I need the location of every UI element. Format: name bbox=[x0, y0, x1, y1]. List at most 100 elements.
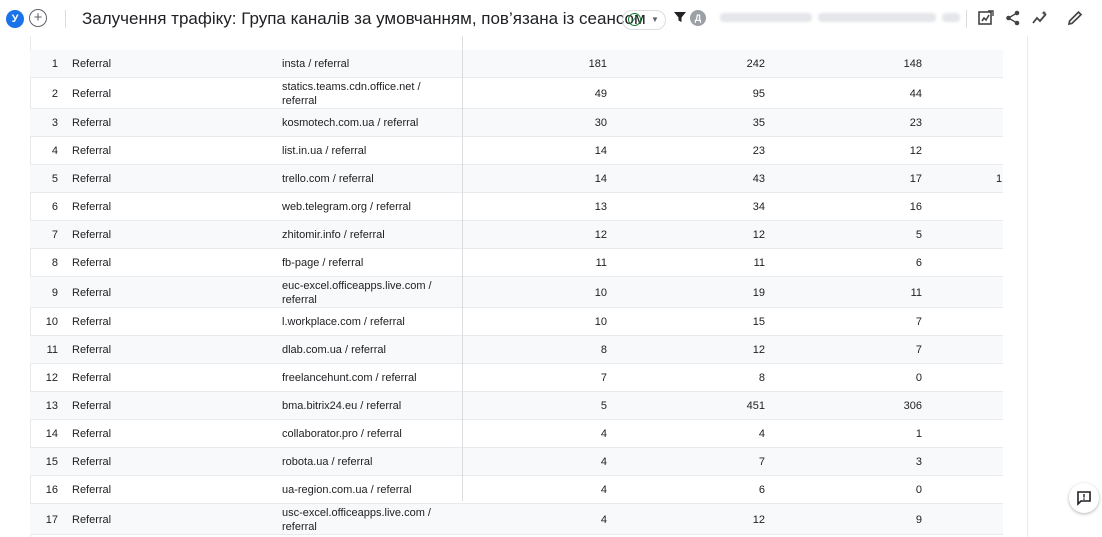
metric-cell: 7 bbox=[758, 456, 765, 468]
row-index-cell: 14 bbox=[45, 428, 58, 440]
edit-report-icon[interactable] bbox=[977, 9, 995, 27]
row-divider bbox=[30, 534, 1003, 535]
comparison-avatar[interactable]: У bbox=[6, 10, 24, 28]
metric-cell: 10 bbox=[594, 316, 607, 328]
row-index-cell: 11 bbox=[46, 344, 58, 356]
row-index-cell: 4 bbox=[51, 145, 58, 157]
metric-cell: 4 bbox=[600, 456, 607, 468]
metric-cell: 8 bbox=[600, 344, 607, 356]
table-row[interactable]: 17 Referral usc-excel.officeapps.live.com … bbox=[30, 504, 1003, 535]
row-index-cell: 15 bbox=[45, 456, 58, 468]
data-table: 1 Referral insta / referral 181 242 148 2 Refer… bbox=[30, 36, 1028, 537]
metric-cell: 8 bbox=[758, 372, 765, 384]
metric-cell: 35 bbox=[752, 117, 765, 129]
row-index-cell: 16 bbox=[45, 484, 58, 496]
metric-cell: 4 bbox=[600, 428, 607, 440]
channel-group-cell: Referral bbox=[72, 400, 112, 412]
table-row[interactable]: 16 Referral ua-region.com.ua / referral 4 6 0 bbox=[30, 476, 1003, 504]
filter-icon[interactable] bbox=[673, 10, 687, 24]
metric-cell: 14 bbox=[594, 145, 607, 157]
channel-group-cell: Referral bbox=[72, 257, 112, 269]
feedback-button[interactable] bbox=[1069, 483, 1099, 513]
metric-cell: 148 bbox=[903, 58, 922, 70]
dimension-divider bbox=[462, 36, 463, 501]
page-title: Залучення трафіку: Група каналів за умов… bbox=[82, 9, 646, 28]
metric-cell: 306 bbox=[903, 400, 922, 412]
source-medium-cell: zhitomir.info / referral bbox=[282, 229, 385, 241]
row-index-cell: 8 bbox=[51, 257, 58, 269]
metric-cell: 0 bbox=[915, 484, 922, 496]
metric-cell: 0 bbox=[915, 372, 922, 384]
metric-cell: 16 bbox=[909, 201, 922, 213]
metric-cell: 44 bbox=[909, 87, 922, 100]
metric-cell: 5 bbox=[915, 229, 922, 241]
table-row[interactable]: 6 Referral web.telegram.org / referral 13 34… bbox=[30, 193, 1003, 221]
metric-cell: 10 bbox=[594, 286, 607, 299]
metric-cell: 7 bbox=[915, 344, 922, 356]
user-avatar[interactable]: Д bbox=[690, 10, 706, 26]
metric-cell: 451 bbox=[746, 400, 765, 412]
pencil-icon[interactable] bbox=[1066, 9, 1084, 27]
source-medium-cell: dlab.com.ua / referral bbox=[282, 344, 386, 356]
report-status-dropdown[interactable]: ✓ ▼ bbox=[622, 10, 666, 30]
metric-cell: 95 bbox=[752, 87, 765, 100]
metric-cell: 242 bbox=[746, 58, 765, 70]
metric-cell: 12 bbox=[752, 344, 765, 356]
table-row[interactable]: 7 Referral zhitomir.info / referral 12 12 5 bbox=[30, 221, 1003, 249]
metric-cell: 181 bbox=[588, 58, 607, 70]
channel-group-cell: Referral bbox=[72, 344, 112, 356]
metric-cell: 11 bbox=[753, 257, 765, 269]
table-row[interactable]: 5 Referral trello.com / referral 14 43 17 1 bbox=[30, 165, 1003, 193]
row-index-cell: 9 bbox=[51, 286, 58, 299]
source-medium-cell: l.workplace.com / referral bbox=[282, 316, 405, 328]
metric-cell: 43 bbox=[752, 173, 765, 185]
metric-cell: 1 bbox=[915, 428, 922, 440]
redacted-filter-text bbox=[818, 13, 936, 22]
check-circle-icon: ✓ bbox=[628, 13, 641, 26]
insights-icon[interactable] bbox=[1031, 9, 1049, 27]
row-index-cell: 12 bbox=[45, 372, 58, 384]
add-comparison-button[interactable]: + bbox=[29, 9, 47, 27]
metric-cell: 13 bbox=[594, 201, 607, 213]
channel-group-cell: Referral bbox=[72, 428, 112, 440]
metric-cell: 11 bbox=[910, 286, 922, 299]
redacted-filter-text bbox=[720, 13, 812, 22]
table-row[interactable]: 13 Referral bma.bitrix24.eu / referral 5 451… bbox=[30, 392, 1003, 420]
metric-cell: 12 bbox=[594, 229, 607, 241]
metric-cell: 49 bbox=[594, 87, 607, 100]
row-index-cell: 7 bbox=[51, 229, 58, 241]
table-row[interactable]: 4 Referral list.in.ua / referral 14 23 12 bbox=[30, 137, 1003, 165]
share-icon[interactable] bbox=[1004, 9, 1022, 27]
table-row[interactable]: 10 Referral l.workplace.com / referral 10 15… bbox=[30, 308, 1003, 336]
metric-cell: 4 bbox=[600, 513, 607, 526]
table-row[interactable]: 3 Referral kosmotech.com.ua / referral 30 35… bbox=[30, 109, 1003, 137]
channel-group-cell: Referral bbox=[72, 456, 112, 468]
metric-cell: 3 bbox=[915, 456, 922, 468]
metric-cell: 9 bbox=[915, 513, 922, 526]
source-medium-cell: list.in.ua / referral bbox=[282, 145, 367, 157]
metric-cell: 4 bbox=[758, 428, 765, 440]
table-row[interactable]: 8 Referral fb-page / referral 11 11 6 bbox=[30, 249, 1003, 277]
channel-group-cell: Referral bbox=[72, 58, 112, 70]
report-header: У + Залучення трафіку: Група каналів за … bbox=[0, 0, 1102, 36]
table-row[interactable]: 9 Referral euc-excel.officeapps.live.com /… bbox=[30, 277, 1003, 308]
channel-group-cell: Referral bbox=[72, 286, 112, 299]
table-row[interactable]: 1 Referral insta / referral 181 242 148 bbox=[30, 50, 1003, 78]
source-medium-cell: robota.ua / referral bbox=[282, 456, 373, 468]
header-divider bbox=[966, 10, 967, 28]
metric-cell: 23 bbox=[909, 117, 922, 129]
source-medium-cell: trello.com / referral bbox=[282, 173, 374, 185]
source-medium-cell: kosmotech.com.ua / referral bbox=[282, 117, 419, 129]
table-row[interactable]: 14 Referral collaborator.pro / referral 4 4 1 bbox=[30, 420, 1003, 448]
table-row[interactable]: 11 Referral dlab.com.ua / referral 8 12 7 bbox=[30, 336, 1003, 364]
metric-cell: 30 bbox=[594, 117, 607, 129]
source-medium-cell: fb-page / referral bbox=[282, 257, 364, 269]
table-row[interactable]: 15 Referral robota.ua / referral 4 7 3 bbox=[30, 448, 1003, 476]
metric-cell: 6 bbox=[758, 484, 765, 496]
table-row[interactable]: 2 Referral statics.teams.cdn.office.net / … bbox=[30, 78, 1003, 109]
table-row[interactable]: 12 Referral freelancehunt.com / referral 7 8… bbox=[30, 364, 1003, 392]
source-medium-cell: bma.bitrix24.eu / referral bbox=[282, 400, 402, 412]
row-index-cell: 6 bbox=[51, 201, 58, 213]
source-medium-cell: usc-excel.officeapps.live.com / referral bbox=[282, 506, 431, 533]
channel-group-cell: Referral bbox=[72, 201, 112, 213]
